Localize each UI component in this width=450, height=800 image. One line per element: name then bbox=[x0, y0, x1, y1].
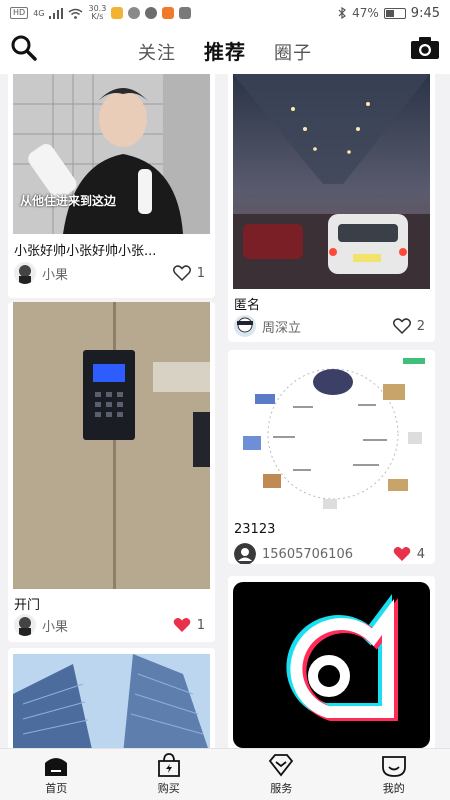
nav-service[interactable]: 服务 bbox=[225, 749, 338, 800]
shopping-bag-icon bbox=[157, 753, 180, 777]
author-name: 小果 bbox=[42, 267, 69, 283]
chat-notification-icon bbox=[145, 7, 158, 19]
search-icon[interactable] bbox=[10, 34, 38, 62]
heart-filled-icon bbox=[173, 618, 191, 632]
post-card[interactable] bbox=[8, 648, 215, 748]
battery-icon bbox=[383, 7, 406, 19]
signal-icon bbox=[49, 7, 64, 19]
top-header: 关注 推荐 圈子 bbox=[0, 26, 450, 74]
upload-notification-icon bbox=[179, 7, 192, 19]
heart-outline-icon bbox=[392, 318, 411, 334]
nav-mine[interactable]: 我的 bbox=[338, 749, 450, 800]
post-image bbox=[233, 74, 430, 289]
avatar[interactable] bbox=[234, 315, 256, 337]
status-right: 47% 9:45 bbox=[337, 6, 440, 21]
feed-tabs: 关注 推荐 圈子 bbox=[138, 36, 312, 65]
avatar[interactable] bbox=[14, 262, 36, 284]
network-type: 4G bbox=[33, 8, 45, 18]
tab-following[interactable]: 关注 bbox=[138, 39, 176, 65]
post-meta: 小果 1 bbox=[14, 262, 205, 284]
app-notification-icon bbox=[111, 7, 124, 19]
diamond-icon bbox=[269, 754, 294, 777]
post-card[interactable]: 从他住进来到这边 小张好帅小张好帅小张... 小果 1 bbox=[8, 74, 215, 298]
heart-outline-icon bbox=[172, 265, 191, 281]
nav-label: 服务 bbox=[270, 782, 293, 795]
nav-buy[interactable]: 购买 bbox=[113, 749, 226, 800]
camera-icon[interactable] bbox=[410, 36, 440, 60]
video-caption-overlay: 从他住进来到这边 bbox=[20, 194, 117, 208]
profile-face-icon bbox=[381, 756, 406, 777]
status-left: HD 4G 30.3 K/s bbox=[10, 4, 192, 21]
like-count: 2 bbox=[416, 318, 425, 334]
author-name: 15605706106 bbox=[262, 546, 353, 562]
tab-recommended[interactable]: 推荐 bbox=[204, 36, 246, 65]
post-image bbox=[233, 582, 430, 748]
like-button[interactable]: 1 bbox=[172, 265, 205, 281]
post-image bbox=[13, 302, 210, 589]
post-title: 匿名 bbox=[234, 298, 261, 313]
like-button[interactable]: 1 bbox=[173, 617, 205, 633]
status-bar: HD 4G 30.3 K/s 47% 9:45 bbox=[0, 0, 450, 26]
nav-home[interactable]: 首页 bbox=[0, 749, 113, 800]
message-notification-icon bbox=[128, 7, 141, 19]
like-count: 1 bbox=[196, 265, 205, 281]
post-image bbox=[13, 74, 210, 234]
nav-label: 首页 bbox=[45, 782, 68, 795]
post-image bbox=[233, 354, 430, 514]
bluetooth-icon bbox=[338, 7, 347, 19]
post-meta: 周深立 2 bbox=[234, 315, 425, 337]
nav-label: 我的 bbox=[382, 782, 405, 795]
post-card[interactable]: 匿名 周深立 2 bbox=[228, 74, 435, 342]
nav-label: 购买 bbox=[157, 782, 180, 795]
author-name: 小果 bbox=[42, 619, 69, 635]
clock: 9:45 bbox=[410, 5, 440, 21]
avatar[interactable] bbox=[14, 614, 36, 636]
post-image bbox=[13, 654, 210, 748]
avatar[interactable] bbox=[234, 543, 256, 564]
post-title: 小张好帅小张好帅小张... bbox=[14, 244, 157, 259]
post-card[interactable]: 23123 15605706106 4 bbox=[228, 350, 435, 564]
author-name: 周深立 bbox=[262, 320, 302, 336]
like-button[interactable]: 2 bbox=[392, 318, 425, 334]
tab-circles[interactable]: 圈子 bbox=[274, 39, 312, 65]
hd-indicator: HD bbox=[10, 7, 29, 19]
like-button[interactable]: 4 bbox=[393, 546, 425, 562]
post-card[interactable]: 开门 小果 1 bbox=[8, 302, 215, 642]
like-count: 1 bbox=[196, 617, 205, 633]
net-speed: 30.3 K/s bbox=[88, 4, 107, 21]
feed: 从他住进来到这边 小张好帅小张好帅小张... 小果 1 匿名 周深立 2 开门 … bbox=[0, 74, 450, 748]
bottom-nav: 首页 购买 服务 我的 bbox=[0, 748, 450, 800]
post-meta: 小果 1 bbox=[14, 614, 205, 636]
like-count: 4 bbox=[416, 546, 425, 562]
battery-percent: 47% bbox=[352, 6, 379, 20]
app-notification-icon-2 bbox=[162, 7, 175, 19]
post-card[interactable] bbox=[228, 576, 435, 748]
post-title: 23123 bbox=[234, 522, 276, 537]
heart-filled-icon bbox=[393, 547, 411, 561]
home-icon bbox=[45, 758, 68, 776]
wifi-icon bbox=[69, 8, 83, 19]
post-title: 开门 bbox=[14, 598, 41, 613]
post-meta: 15605706106 4 bbox=[234, 543, 425, 564]
